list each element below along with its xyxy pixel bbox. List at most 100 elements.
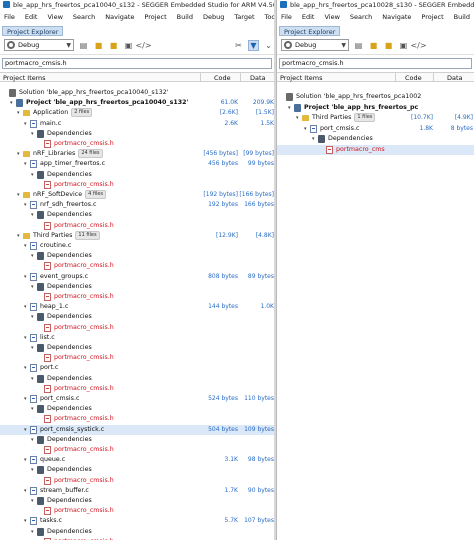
filter-icon[interactable]: ▼ xyxy=(248,39,259,51)
expand-arrow-icon[interactable]: ▾ xyxy=(288,103,291,113)
new-folder-icon[interactable]: ■ xyxy=(108,40,119,51)
tree-row[interactable]: ▾ Dependencies xyxy=(0,282,274,292)
tree-row[interactable]: ▾ Third Parties 11 files [12.9K] [4.8K] xyxy=(0,230,274,241)
expand-arrow-icon[interactable]: ▾ xyxy=(17,108,20,118)
expand-arrow-icon[interactable]: ▾ xyxy=(31,343,34,353)
tree-row[interactable]: ▾ Dependencies xyxy=(0,170,274,180)
tree-row[interactable]: ▾ Dependencies xyxy=(0,312,274,322)
expand-arrow-icon[interactable]: ▾ xyxy=(304,124,307,134)
expand-arrow-icon[interactable]: ▾ xyxy=(24,516,27,526)
tree-row[interactable]: ▾ Dependencies xyxy=(0,343,274,353)
right-config-combo[interactable]: Debug ▼ xyxy=(281,39,349,51)
column-code[interactable]: Code xyxy=(405,73,422,83)
tree-row[interactable]: ▾ Dependencies xyxy=(0,404,274,414)
tree-row[interactable]: portmacro_cms xyxy=(277,144,474,155)
expand-arrow-icon[interactable]: ▾ xyxy=(24,394,27,404)
menu-file[interactable]: File xyxy=(4,13,15,21)
tree-row[interactable]: ▾ port_cmsis_systick.c 504 bytes 109 bytes xyxy=(0,424,274,435)
menu-edit[interactable]: Edit xyxy=(302,13,315,21)
tree-row[interactable]: ▾ heap_1.c 144 bytes 1.0K xyxy=(0,302,274,312)
open-folder-icon[interactable]: ■ xyxy=(93,40,104,51)
save-icon[interactable]: ▣ xyxy=(398,40,409,51)
expand-arrow-icon[interactable]: ▾ xyxy=(31,374,34,384)
expand-arrow-icon[interactable]: ▾ xyxy=(31,465,34,475)
code-view-icon[interactable]: </> xyxy=(135,40,151,51)
expand-arrow-icon[interactable]: ▾ xyxy=(31,435,34,445)
open-folder-icon[interactable]: ■ xyxy=(368,40,379,51)
scissors-icon[interactable]: ✂ xyxy=(233,40,244,51)
tree-row[interactable]: ▾ port.c xyxy=(0,363,274,373)
menu-build[interactable]: Build xyxy=(177,13,193,21)
tree-row[interactable]: portmacro_cmsis.h xyxy=(0,261,274,271)
expand-arrow-icon[interactable]: ▾ xyxy=(24,455,27,465)
expand-arrow-icon[interactable]: ▾ xyxy=(31,527,34,537)
tree-row[interactable]: ▾ app_timer_freertos.c 456 bytes 99 bytes xyxy=(0,159,274,169)
tree-row[interactable]: portmacro_cmsis.h xyxy=(0,292,274,302)
menu-edit[interactable]: Edit xyxy=(25,13,38,21)
tree-row[interactable]: ▾ Application 2 files [2.6K] [1.5K] xyxy=(0,108,274,118)
expand-arrow-icon[interactable]: ▾ xyxy=(24,486,27,496)
options-icon[interactable]: ⌄ xyxy=(263,40,274,51)
expand-arrow-icon[interactable]: ▾ xyxy=(31,496,34,506)
tree-row[interactable]: ▾ port_cmsis.c 524 bytes 110 bytes xyxy=(0,394,274,404)
expand-arrow-icon[interactable]: ▾ xyxy=(31,282,34,292)
code-view-icon[interactable]: </> xyxy=(410,40,426,51)
expand-arrow-icon[interactable]: ▾ xyxy=(17,149,20,159)
menu-navigate[interactable]: Navigate xyxy=(105,13,134,21)
tree-row[interactable]: ▾ Dependencies xyxy=(0,251,274,261)
left-filter-input[interactable]: portmacro_cmsis.h xyxy=(2,58,272,69)
expand-arrow-icon[interactable]: ▾ xyxy=(24,425,27,435)
tree-row[interactable]: ▾ Project 'ble_app_hrs_freertos_pca10040_… xyxy=(0,98,274,108)
build-icon[interactable]: ▤ xyxy=(78,40,89,51)
expand-arrow-icon[interactable]: ▾ xyxy=(31,170,34,180)
menu-search[interactable]: Search xyxy=(350,13,372,21)
tree-row[interactable]: portmacro_cmsis.h xyxy=(0,384,274,394)
tree-row[interactable]: ▾ queue.c 3.1K 98 bytes xyxy=(0,455,274,465)
tree-row[interactable]: ▾ Project 'ble_app_hrs_freertos_pc xyxy=(277,103,474,113)
tree-row[interactable]: ▾ Dependencies xyxy=(0,210,274,220)
tree-row[interactable]: portmacro_cmsis.h xyxy=(0,180,274,190)
expand-arrow-icon[interactable]: ▾ xyxy=(24,363,27,373)
expand-arrow-icon[interactable]: ▾ xyxy=(24,119,27,129)
tree-row[interactable]: ▾ Dependencies xyxy=(0,435,274,445)
tree-row[interactable]: ▾ Dependencies xyxy=(0,129,274,139)
tree-row[interactable]: portmacro_cmsis.h xyxy=(0,139,274,149)
tree-row[interactable]: ▾ list.c xyxy=(0,333,274,343)
column-project-items[interactable]: Project Items xyxy=(3,73,46,83)
tree-row[interactable]: ▾ nRF_Libraries 24 files [456 bytes] [99 byt… xyxy=(0,149,274,159)
tree-row[interactable]: ▾ Dependencies xyxy=(0,465,274,475)
column-data[interactable]: Data xyxy=(447,73,463,83)
menu-build[interactable]: Build xyxy=(454,13,470,21)
menu-project[interactable]: Project xyxy=(144,13,166,21)
menu-file[interactable]: File xyxy=(281,13,292,21)
left-project-explorer-tab[interactable]: Project Explorer xyxy=(2,26,64,36)
menu-search[interactable]: Search xyxy=(73,13,95,21)
expand-arrow-icon[interactable]: ▾ xyxy=(17,231,20,241)
column-code[interactable]: Code xyxy=(214,73,231,83)
tree-row[interactable]: ▾ event_groups.c 808 bytes 89 bytes xyxy=(0,272,274,282)
tree-row[interactable]: portmacro_cmsis.h xyxy=(0,506,274,516)
expand-arrow-icon[interactable]: ▾ xyxy=(31,404,34,414)
menu-tools[interactable]: Tools xyxy=(265,13,275,21)
expand-arrow-icon[interactable]: ▾ xyxy=(24,333,27,343)
expand-arrow-icon[interactable]: ▾ xyxy=(24,200,27,210)
expand-arrow-icon[interactable]: ▾ xyxy=(31,210,34,220)
menu-navigate[interactable]: Navigate xyxy=(382,13,411,21)
tree-row[interactable]: ▾ stream_buffer.c 1.7K 90 bytes xyxy=(0,486,274,496)
save-icon[interactable]: ▣ xyxy=(123,40,134,51)
tree-row[interactable]: portmacro_cmsis.h xyxy=(0,414,274,424)
tree-row[interactable]: portmacro_cmsis.h xyxy=(0,445,274,455)
left-config-combo[interactable]: Debug ▼ xyxy=(4,39,74,51)
expand-arrow-icon[interactable]: ▾ xyxy=(24,302,27,312)
tree-row[interactable]: ▾ main.c 2.6K 1.5K xyxy=(0,119,274,129)
column-data[interactable]: Data xyxy=(250,73,266,83)
expand-arrow-icon[interactable]: ▾ xyxy=(10,98,13,108)
right-project-explorer-tab[interactable]: Project Explorer xyxy=(279,26,341,36)
expand-arrow-icon[interactable]: ▾ xyxy=(24,241,27,251)
build-icon[interactable]: ▤ xyxy=(353,40,364,51)
menu-view[interactable]: View xyxy=(47,13,62,21)
tree-row[interactable]: ▾ tasks.c 5.7K 107 bytes xyxy=(0,516,274,526)
tree-row[interactable]: ▾ nrf_sdh_freertos.c 192 bytes 166 bytes xyxy=(0,200,274,210)
tree-row[interactable]: ▾ port_cmsis.c 1.8K 8 bytes xyxy=(277,124,474,134)
new-folder-icon[interactable]: ■ xyxy=(383,40,394,51)
